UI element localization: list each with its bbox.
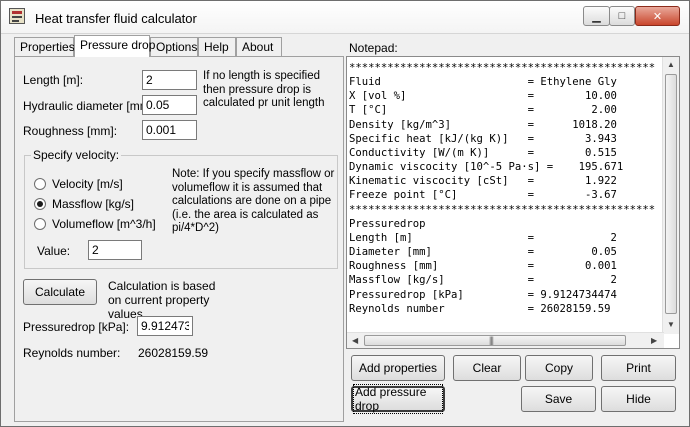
notepad-line: Reynolds number = 26028159.59 [349, 302, 611, 315]
notepad-line: Conductivity [W/(m K)] = 0.515 [349, 146, 617, 159]
close-icon: ✕ [652, 10, 663, 23]
tab-help[interactable]: Help [198, 37, 236, 56]
add-properties-button[interactable]: Add properties [351, 355, 445, 381]
copy-button[interactable]: Copy [525, 355, 593, 381]
minimize-button[interactable]: ▁ [583, 6, 610, 26]
notepad-line: Pressuredrop [349, 217, 426, 230]
save-label: Save [544, 392, 573, 406]
clear-button[interactable]: Clear [453, 355, 521, 381]
velocity-value-input[interactable] [88, 240, 142, 260]
tab-pressure-drop[interactable]: Pressure drop [74, 35, 155, 57]
add-properties-label: Add properties [358, 361, 438, 375]
close-button[interactable]: ✕ [635, 6, 680, 26]
scroll-up-icon[interactable]: ▲ [667, 60, 675, 69]
pressure-drop-panel: Length [m]: If no length is specified th… [14, 56, 344, 422]
add-pressure-drop-label: Add pressure drop [353, 384, 443, 414]
notepad-line: Freeze point [°C] = -3.67 [349, 189, 617, 202]
notepad-line: Massflow [kg/s] = 2 [349, 274, 617, 287]
diameter-input[interactable] [142, 95, 197, 115]
reynolds-value: 26028159.59 [138, 346, 209, 360]
scroll-right-icon[interactable]: ▶ [651, 336, 657, 345]
notepad-line: Pressuredrop [kPa] = 9.9124734474 [349, 288, 617, 301]
notepad-line: Specific heat [kJ/(kg K)] = 3.943 [349, 132, 617, 145]
length-input[interactable] [142, 70, 197, 90]
notepad-horizontal-scrollbar[interactable]: ◀ ||| ▶ [347, 332, 664, 348]
notepad-line: Density [kg/m^3] = 1018.20 [349, 118, 617, 131]
app-window: Heat transfer fluid calculator ▁ □ ✕ Pro… [0, 0, 690, 427]
hide-label: Hide [626, 392, 651, 406]
hide-button[interactable]: Hide [601, 386, 676, 412]
notepad-textarea[interactable]: ****************************************… [346, 56, 680, 349]
roughness-label: Roughness [mm]: [23, 124, 118, 138]
massflow-option-label[interactable]: Massflow [kg/s] [52, 197, 134, 211]
notepad-line: Length [m] = 2 [349, 231, 617, 244]
pressuredrop-output[interactable] [137, 316, 193, 336]
calculate-note: Calculation is based on current property… [108, 279, 216, 321]
pressuredrop-label: Pressuredrop [kPa]: [23, 320, 130, 334]
save-button[interactable]: Save [521, 386, 596, 412]
calculate-button[interactable]: Calculate [23, 279, 97, 305]
notepad-line: ****************************************… [349, 203, 656, 216]
maximize-button[interactable]: □ [609, 6, 635, 26]
app-logo-icon [9, 8, 25, 24]
velocity-option-label[interactable]: Velocity [m/s] [52, 177, 123, 191]
notepad-label: Notepad: [349, 41, 398, 55]
reynolds-label: Reynolds number: [23, 346, 121, 360]
diameter-label: Hydraulic diameter [mm]: [23, 99, 157, 113]
value-label: Value: [37, 244, 71, 258]
length-label: Length [m]: [23, 73, 84, 87]
window-title: Heat transfer fluid calculator [35, 11, 197, 26]
copy-label: Copy [544, 361, 573, 375]
roughness-input[interactable] [142, 120, 197, 140]
notepad-line: Kinematic viscocity [cSt] = 1.922 [349, 175, 617, 188]
volumeflow-radio[interactable] [34, 218, 46, 230]
velocity-radio[interactable] [34, 178, 46, 190]
tab-options[interactable]: Options [150, 37, 198, 56]
scroll-grip-icon: ||| [489, 335, 494, 345]
notepad-line: Roughness [mm] = 0.001 [349, 260, 617, 273]
notepad-line: X [vol %] = 10.00 [349, 90, 617, 103]
massflow-radio[interactable] [34, 198, 46, 210]
length-note: If no length is specified then pressure … [203, 70, 325, 109]
velocity-group-title: Specify velocity: [31, 148, 122, 162]
volumeflow-option-label[interactable]: Volumeflow [m^3/h] [52, 217, 156, 231]
scroll-down-icon[interactable]: ▼ [667, 320, 675, 329]
print-button[interactable]: Print [601, 355, 676, 381]
massflow-note: Note: If you specify massflow or volumef… [172, 168, 335, 234]
calculate-button-label: Calculate [34, 285, 86, 299]
notepad-line: Fluid = Ethylene Gly [349, 76, 617, 89]
scroll-left-icon[interactable]: ◀ [352, 336, 358, 345]
print-label: Print [626, 361, 651, 375]
clear-label: Clear [472, 361, 502, 375]
notepad-vertical-scrollbar[interactable]: ▲ ▼ [662, 57, 679, 334]
minimize-icon: ▁ [592, 10, 601, 23]
notepad-line: ****************************************… [349, 62, 656, 74]
horizontal-scroll-thumb[interactable]: ||| [364, 335, 626, 346]
maximize-icon: □ [618, 10, 626, 22]
notepad-line: Dynamic viscocity [10^-5 Pa·s] = 195.671 [349, 161, 624, 174]
notepad-content: ****************************************… [349, 61, 655, 316]
velocity-groupbox: Specify velocity: Velocity [m/s] Massflo… [24, 148, 338, 269]
add-pressure-drop-button[interactable]: Add pressure drop [351, 384, 445, 414]
vertical-scroll-thumb[interactable] [665, 74, 677, 314]
notepad-line: Diameter [mm] = 0.05 [349, 246, 617, 259]
tab-about[interactable]: About [236, 37, 282, 56]
title-bar: Heat transfer fluid calculator ▁ □ ✕ [1, 1, 689, 34]
tab-properties[interactable]: Properties [14, 37, 75, 56]
notepad-line: T [°C] = 2.00 [349, 104, 617, 117]
